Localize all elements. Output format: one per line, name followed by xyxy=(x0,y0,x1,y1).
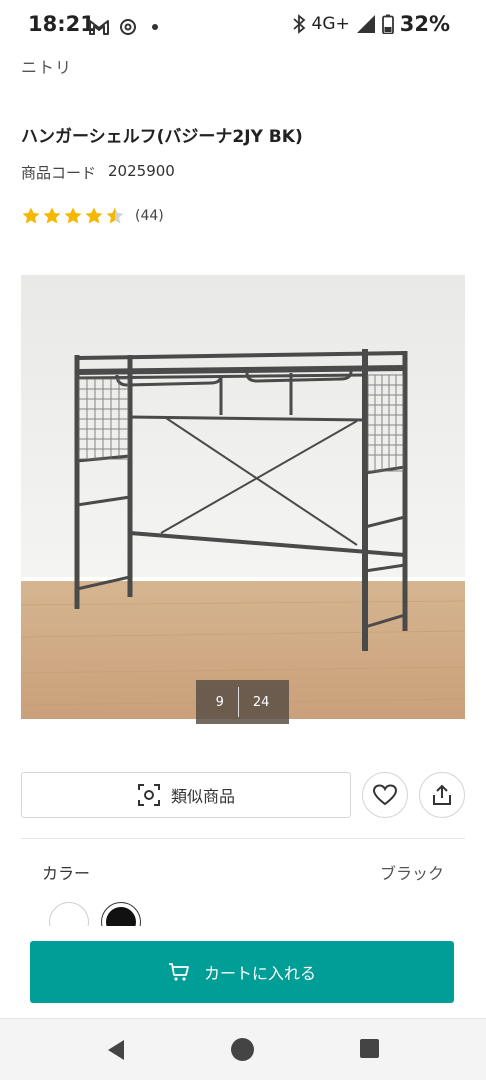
add-to-cart-label: カートに入れる xyxy=(203,964,316,983)
home-icon[interactable] xyxy=(231,1038,254,1061)
status-bar: 18:21 4G+ 32% xyxy=(0,0,486,54)
product-photo xyxy=(21,275,465,719)
system-nav-bar xyxy=(0,1018,486,1080)
color-label: カラー xyxy=(42,864,91,883)
star-icon xyxy=(64,207,82,224)
battery-percent: 32% xyxy=(399,12,450,36)
signal-icon xyxy=(356,15,375,33)
product-title: ハンガーシェルフ(バジーナ2JY BK) xyxy=(21,127,303,147)
network-type: 4G+ xyxy=(311,14,350,34)
bluetooth-icon xyxy=(292,14,305,34)
product-image[interactable] xyxy=(21,275,465,719)
status-time: 18:21 xyxy=(28,12,95,36)
similar-products-button[interactable]: 類似商品 xyxy=(21,772,351,818)
favorite-button[interactable] xyxy=(362,772,408,818)
review-count[interactable]: (44) xyxy=(135,208,164,224)
star-icon xyxy=(106,207,124,224)
image-counter-divider xyxy=(237,687,239,717)
add-to-cart-button[interactable]: カートに入れる xyxy=(30,941,454,1003)
star-icon xyxy=(85,207,103,224)
similar-products-label: 類似商品 xyxy=(170,787,235,806)
recents-icon[interactable] xyxy=(360,1039,379,1058)
gmail-icon xyxy=(89,20,109,35)
heart-icon xyxy=(372,784,398,806)
threads-icon xyxy=(120,19,136,35)
divider xyxy=(21,838,465,839)
back-icon[interactable] xyxy=(106,1039,126,1061)
dot-icon xyxy=(152,24,158,30)
image-counter-current: 9 xyxy=(215,694,224,710)
camera-scan-icon xyxy=(137,784,160,806)
star-icon xyxy=(43,207,61,224)
product-code-label: 商品コード xyxy=(21,164,97,182)
rating[interactable]: (44) xyxy=(21,206,164,226)
brand-name: ニトリ xyxy=(21,58,73,77)
rating-stars xyxy=(21,206,125,226)
color-selected-value: ブラック xyxy=(379,864,444,883)
share-button[interactable] xyxy=(419,772,465,818)
image-counter: 9 24 xyxy=(196,680,289,724)
product-code-value: 2025900 xyxy=(108,162,175,180)
star-icon xyxy=(22,207,40,224)
share-icon xyxy=(433,784,451,805)
product-code-row: 商品コード 2025900 xyxy=(21,162,175,183)
image-counter-total: 24 xyxy=(252,694,270,710)
cart-icon xyxy=(168,963,189,981)
battery-icon xyxy=(381,14,394,34)
